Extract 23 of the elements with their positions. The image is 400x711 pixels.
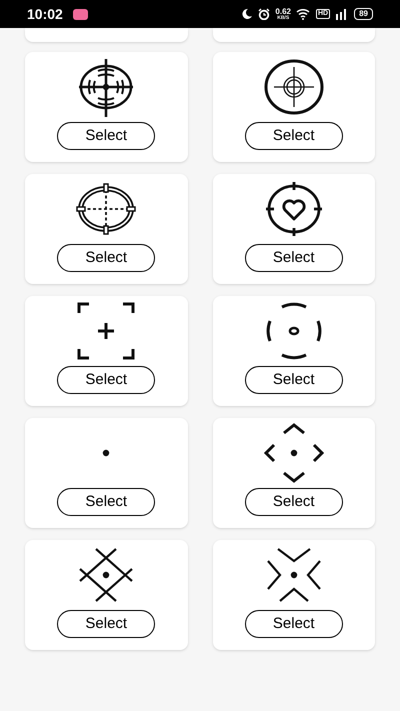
select-button[interactable]: Select [57,610,156,638]
select-button[interactable]: Select [244,488,343,516]
select-button[interactable]: Select [57,488,156,516]
bracket-crosshair-icon [76,301,136,361]
moon-icon [241,8,254,20]
dot-icon [102,449,110,457]
select-button[interactable]: Select [244,366,343,394]
app-notification-icon [72,8,88,20]
select-button[interactable]: Select [244,610,343,638]
heart-crosshair-icon [264,179,324,239]
diamond-crosshair-icon [264,423,324,483]
select-button[interactable]: Select [57,122,156,150]
wifi-icon [296,8,311,20]
battery-indicator: 89 [354,8,373,20]
alarm-icon [258,8,270,20]
select-button[interactable]: Select [57,366,156,394]
network-speed: 0.62 [275,8,291,16]
ring-crosshair-icon [264,57,324,117]
clock-time: 10:02 [27,4,63,24]
select-button[interactable]: Select [244,244,343,272]
arc-crosshair-icon [264,301,324,361]
select-button[interactable]: Select [244,122,343,150]
select-button[interactable]: Select [57,244,156,272]
